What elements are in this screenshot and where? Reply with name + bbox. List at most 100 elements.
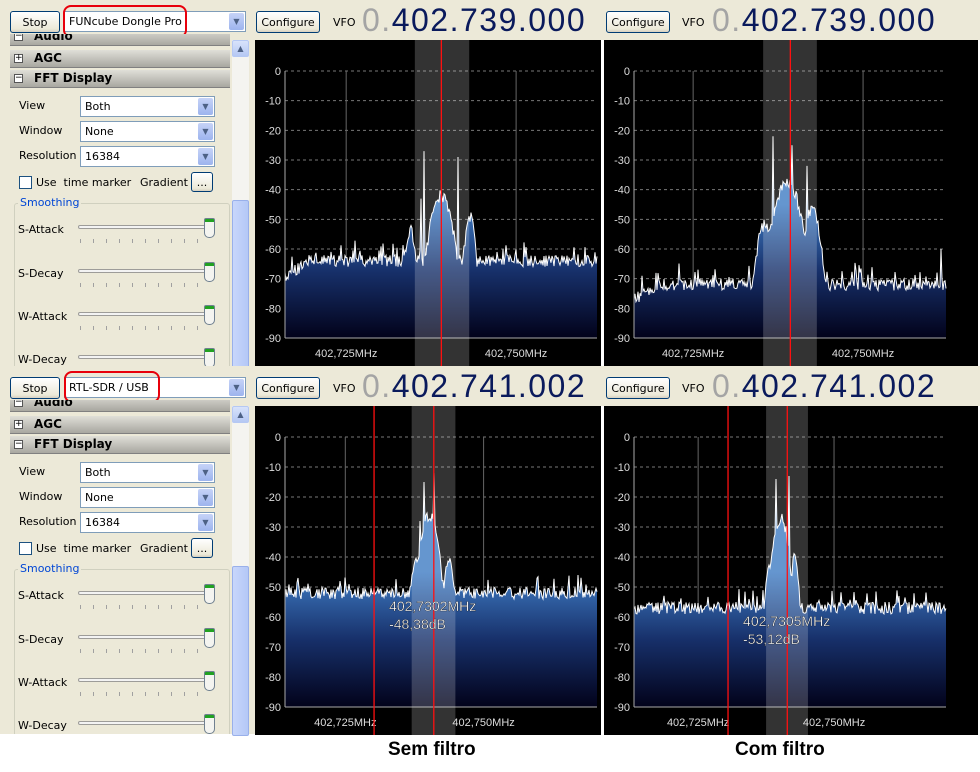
spectrum-display[interactable]: 0 -10 -20 -30 -40 -50 -60 -70 -80 -90 402,725MHz 40… — [604, 406, 978, 735]
s-attack-track[interactable] — [78, 591, 206, 595]
db-tick-label: -30 — [614, 155, 630, 167]
configure-button[interactable]: Configure — [606, 377, 670, 399]
section-fft-display[interactable]: − FFT Display — [10, 436, 230, 454]
time-marker-checkbox[interactable] — [19, 176, 32, 189]
window-value: None — [85, 491, 114, 504]
collapse-icon[interactable]: − — [14, 440, 23, 449]
w-decay-track[interactable] — [78, 355, 206, 359]
s-attack-slider-thumb[interactable] — [204, 584, 215, 604]
spectrum-display[interactable]: 0 -10 -20 -30 -40 -50 -60 -70 -80 -90 402,725MHz 40… — [604, 40, 978, 366]
s-decay-track[interactable] — [78, 269, 206, 273]
section-audio[interactable]: − Audio — [10, 400, 230, 412]
stop-button[interactable]: Stop — [10, 377, 60, 399]
scrollbar-thumb[interactable] — [232, 566, 249, 736]
chevron-down-icon[interactable]: ▼ — [229, 13, 244, 30]
panel-scrollbar[interactable]: ▲ — [232, 406, 249, 736]
spectrum-display[interactable]: 0 -10 -20 -30 -40 -50 -60 -70 -80 -90 402,725MHz 40… — [255, 40, 601, 366]
db-tick-label: -80 — [265, 303, 281, 315]
db-tick-label: -10 — [614, 462, 630, 474]
db-tick-label: -60 — [265, 612, 281, 624]
scroll-up-icon[interactable]: ▲ — [232, 406, 249, 423]
collapse-icon[interactable]: − — [14, 400, 23, 407]
w-attack-track[interactable] — [78, 312, 206, 316]
freq-tick-label: 402,750MHz — [485, 348, 547, 360]
db-tick-label: -10 — [265, 96, 281, 108]
configure-button[interactable]: Configure — [606, 11, 670, 33]
w-decay-label: W-Decay — [18, 353, 67, 366]
s-decay-slider-thumb[interactable] — [204, 628, 215, 648]
resolution-label: Resolution — [19, 149, 77, 162]
chevron-down-icon[interactable]: ▼ — [198, 514, 213, 531]
collapse-icon[interactable]: − — [14, 74, 23, 83]
chevron-down-icon[interactable]: ▼ — [198, 123, 213, 140]
vfo-label: VFO — [333, 382, 356, 395]
view-select[interactable]: Both ▼ — [80, 462, 215, 483]
resolution-value: 16384 — [85, 516, 120, 529]
stop-button[interactable]: Stop — [10, 11, 60, 33]
gradient-button[interactable]: ... — [191, 172, 213, 192]
frequency-value: 402.739.000 — [391, 2, 587, 38]
expand-icon[interactable]: + — [14, 54, 23, 63]
expand-icon[interactable]: + — [14, 420, 23, 429]
db-tick-label: 0 — [624, 66, 630, 78]
section-fft-display[interactable]: − FFT Display — [10, 70, 230, 88]
db-tick-label: -50 — [265, 214, 281, 226]
w-decay-slider-thumb[interactable] — [204, 714, 215, 734]
panel-scrollbar[interactable]: ▲ — [232, 40, 249, 370]
section-agc[interactable]: + AGC — [10, 50, 230, 68]
section-agc[interactable]: + AGC — [10, 416, 230, 434]
w-attack-track[interactable] — [78, 678, 206, 682]
smoothing-label: Smoothing — [18, 562, 82, 575]
db-tick-label: -20 — [614, 492, 630, 504]
section-label: Audio — [34, 400, 73, 409]
s-attack-slider-thumb[interactable] — [204, 218, 215, 238]
vfo-frequency-display[interactable]: 0.402.739.000 — [712, 2, 936, 39]
vfo-frequency-display[interactable]: 0.402.739.000 — [362, 2, 586, 39]
chevron-down-icon[interactable]: ▼ — [198, 489, 213, 506]
collapse-icon[interactable]: − — [14, 34, 23, 41]
section-label: Audio — [34, 34, 73, 43]
w-attack-slider-thumb[interactable] — [204, 671, 215, 691]
spectrum-display[interactable]: 0 -10 -20 -30 -40 -50 -60 -70 -80 -90 402,725MHz 40… — [255, 406, 601, 735]
chevron-down-icon[interactable]: ▼ — [198, 98, 213, 115]
freq-tick-label: 402,750MHz — [803, 717, 865, 729]
vfo-frequency-display[interactable]: 0.402.741.002 — [362, 368, 586, 405]
w-attack-slider-thumb[interactable] — [204, 305, 215, 325]
s-decay-track[interactable] — [78, 635, 206, 639]
w-decay-track[interactable] — [78, 721, 206, 725]
db-tick-label: -40 — [614, 552, 630, 564]
frequency-value: 402.741.002 — [741, 368, 937, 404]
time-marker-label: Use time marker — [36, 542, 132, 555]
frequency-value: 402.741.002 — [391, 368, 587, 404]
cursor-frequency-readout: 402,7305MHz — [743, 613, 830, 629]
time-marker-checkbox[interactable] — [19, 542, 32, 555]
view-select[interactable]: Both ▼ — [80, 96, 215, 117]
vfo-frequency-display[interactable]: 0.402.741.002 — [712, 368, 936, 405]
w-decay-slider-thumb[interactable] — [204, 348, 215, 368]
configure-button[interactable]: Configure — [256, 11, 320, 33]
time-marker-label: Use time marker — [36, 176, 132, 189]
resolution-select[interactable]: 16384 ▼ — [80, 512, 215, 533]
db-tick-label: -20 — [614, 125, 630, 137]
db-tick-label: -30 — [614, 522, 630, 534]
chevron-down-icon[interactable]: ▼ — [198, 464, 213, 481]
scroll-up-icon[interactable]: ▲ — [232, 40, 249, 57]
resolution-select[interactable]: 16384 ▼ — [80, 146, 215, 167]
chevron-down-icon[interactable]: ▼ — [198, 148, 213, 165]
spectrum-svg: 0 -10 -20 -30 -40 -50 -60 -70 -80 -90 402,725MHz 40… — [265, 406, 598, 735]
section-audio[interactable]: − Audio — [10, 34, 230, 46]
section-label: AGC — [34, 417, 62, 431]
db-tick-label: -70 — [265, 274, 281, 286]
frequency-prefix: 0. — [362, 2, 392, 38]
chevron-down-icon[interactable]: ▼ — [229, 379, 244, 396]
section-label: AGC — [34, 51, 62, 65]
scrollbar-thumb[interactable] — [232, 200, 249, 370]
configure-button[interactable]: Configure — [256, 377, 320, 399]
s-decay-slider-thumb[interactable] — [204, 262, 215, 282]
window-select[interactable]: None ▼ — [80, 487, 215, 508]
window-select[interactable]: None ▼ — [80, 121, 215, 142]
gradient-button[interactable]: ... — [191, 538, 213, 558]
section-label: FFT Display — [34, 437, 113, 451]
s-attack-track[interactable] — [78, 225, 206, 229]
db-tick-label: -40 — [614, 185, 630, 197]
